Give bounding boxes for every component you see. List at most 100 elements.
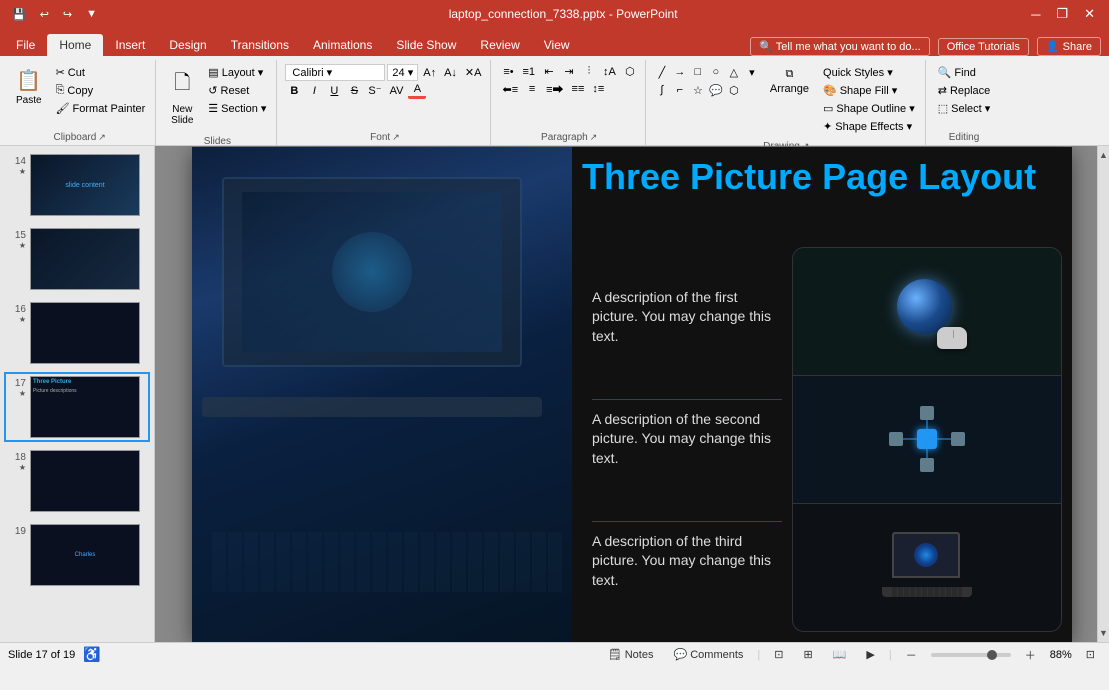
block-shape[interactable]: ⬡ [726,82,742,98]
normal-view-button[interactable]: ⊡ [768,646,789,663]
quick-styles-button[interactable]: Quick Styles ▾ [819,64,919,81]
align-right-button[interactable]: ≡⮕ [543,80,566,98]
office-tutorials-button[interactable]: Office Tutorials [938,38,1029,56]
star-shape[interactable]: ☆ [690,82,706,98]
section-button[interactable]: ☰ Section ▾ [204,100,270,117]
curve-shape[interactable]: ∫ [654,82,670,98]
scroll-down-button[interactable]: ▼ [1097,626,1109,640]
align-left-button[interactable]: ⬅≡ [499,82,521,97]
paragraph-expand-icon[interactable]: ↗ [590,132,598,143]
redo-icon[interactable]: ↪ [59,6,76,23]
slide-thumb-17[interactable]: 17 ★ Three Picture Picture descriptions [4,372,150,442]
strikethrough-button[interactable]: S [345,84,363,98]
shape-effects-button[interactable]: ✦ Shape Effects ▾ [819,118,919,135]
bold-button[interactable]: B [285,84,303,98]
arrow-shape[interactable]: → [672,64,688,80]
zoom-thumb[interactable] [987,650,997,660]
connector-shape[interactable]: ⌐ [672,82,688,98]
reading-view-button[interactable]: 📖 [827,646,853,663]
line-spacing-button[interactable]: ↕≡ [589,82,607,96]
slide-text-1[interactable]: A description of the first picture. You … [592,278,782,357]
tab-insert[interactable]: Insert [103,34,157,56]
slide-thumb-15[interactable]: 15 ★ [4,224,150,294]
decrease-indent-button[interactable]: ⇤ [540,64,558,79]
shape-outline-button[interactable]: ▭ Shape Outline ▾ [819,100,919,117]
slide-title[interactable]: Three Picture Page Layout [582,157,1062,197]
slide-pic-1[interactable] [793,248,1061,376]
font-size-increase-button[interactable]: A↑ [420,66,439,80]
more-shapes[interactable]: ▾ [744,64,760,80]
slide-thumb-19[interactable]: 19 ★ Charles [4,520,150,590]
notes-button[interactable]: 🗒 Notes [602,646,660,663]
slide-panel[interactable]: 14 ★ slide content 15 ★ 16 ★ [0,146,155,642]
cut-button[interactable]: ✂ Cut [52,64,150,81]
char-spacing-button[interactable]: AV [387,84,407,98]
arrange-button[interactable]: ⧉ Arrange [764,64,815,99]
text-direction-button[interactable]: ↕A [600,65,619,79]
clear-format-button[interactable]: ✕A [462,65,485,80]
format-painter-button[interactable]: 🖌 Format Painter [52,100,150,117]
customize-icon[interactable]: ▼ [82,6,101,22]
undo-icon[interactable]: ↩ [36,6,53,23]
tab-design[interactable]: Design [157,34,218,56]
new-slide-button[interactable]: 🗋 New Slide [164,64,200,130]
slide-thumb-18[interactable]: 18 ★ [4,446,150,516]
font-name-dropdown[interactable]: Calibri ▾ [285,64,385,81]
underline-button[interactable]: U [325,84,343,98]
zoom-in-button[interactable]: ＋ [1019,645,1042,665]
close-button[interactable]: ✕ [1078,4,1101,24]
slide-sorter-button[interactable]: ⊞ [798,646,819,663]
slide-text-3[interactable]: A description of the third picture. You … [592,521,782,601]
slide-thumb-16[interactable]: 16 ★ [4,298,150,368]
scroll-up-button[interactable]: ▲ [1097,148,1109,162]
select-button[interactable]: ⬚ Select ▾ [934,100,995,117]
zoom-slider[interactable] [931,653,1011,657]
tab-review[interactable]: Review [468,34,531,56]
restore-button[interactable]: ❐ [1050,4,1074,24]
slide-text-2[interactable]: A description of the second picture. You… [592,399,782,479]
slide-pic-2[interactable] [793,376,1061,504]
comments-button[interactable]: 💬 Comments [667,646,749,663]
find-button[interactable]: 🔍 Find [934,64,995,81]
minimize-button[interactable]: ─ [1025,5,1046,24]
slideshow-button[interactable]: ▶ [860,646,880,663]
shape-fill-button[interactable]: 🎨 Shape Fill ▾ [819,82,919,99]
zoom-out-button[interactable]: － [900,645,923,665]
font-size-decrease-button[interactable]: A↓ [441,66,460,80]
callout-shape[interactable]: 💬 [708,82,724,98]
tab-view[interactable]: View [532,34,582,56]
paste-button[interactable]: 📋 Paste [10,64,48,110]
line-shape[interactable]: ╱ [654,64,670,80]
reset-button[interactable]: ↺ Reset [204,82,270,99]
layout-button[interactable]: ▤ Layout ▾ [204,64,270,81]
replace-button[interactable]: ⇄ Replace [934,82,995,99]
font-color-button[interactable]: A [408,82,426,99]
italic-button[interactable]: I [305,84,323,98]
col-button[interactable]: ⫶ [580,64,598,79]
bullet-list-button[interactable]: ≡• [499,65,517,79]
tab-file[interactable]: File [4,34,47,56]
shadow-button[interactable]: S⁻ [365,83,384,98]
slide-pic-3[interactable] [793,504,1061,631]
slide-container[interactable]: Three Picture Page Layout A description … [192,147,1072,642]
copy-button[interactable]: ⎘ Copy [52,82,150,99]
help-search-button[interactable]: 🔍 Tell me what you want to do... [750,37,929,56]
save-icon[interactable]: 💾 [8,6,30,23]
rect-shape[interactable]: □ [690,64,706,80]
triangle-shape[interactable]: △ [726,64,742,80]
font-expand-icon[interactable]: ↗ [392,132,400,143]
align-center-button[interactable]: ≡ [523,82,541,96]
justify-button[interactable]: ≡≡ [569,82,588,96]
clipboard-expand-icon[interactable]: ↗ [98,132,106,143]
tab-home[interactable]: Home [47,34,103,56]
tab-animations[interactable]: Animations [301,34,384,56]
smart-art-button[interactable]: ⬡ [621,64,639,79]
tab-slideshow[interactable]: Slide Show [384,34,468,56]
increase-indent-button[interactable]: ⇥ [560,64,578,79]
numbered-list-button[interactable]: ≡1 [519,65,538,79]
font-size-dropdown[interactable]: 24 ▾ [387,64,418,81]
slide-thumb-14[interactable]: 14 ★ slide content [4,150,150,220]
tab-transitions[interactable]: Transitions [219,34,301,56]
fit-slide-button[interactable]: ⊡ [1080,646,1101,663]
circle-shape[interactable]: ○ [708,64,724,80]
